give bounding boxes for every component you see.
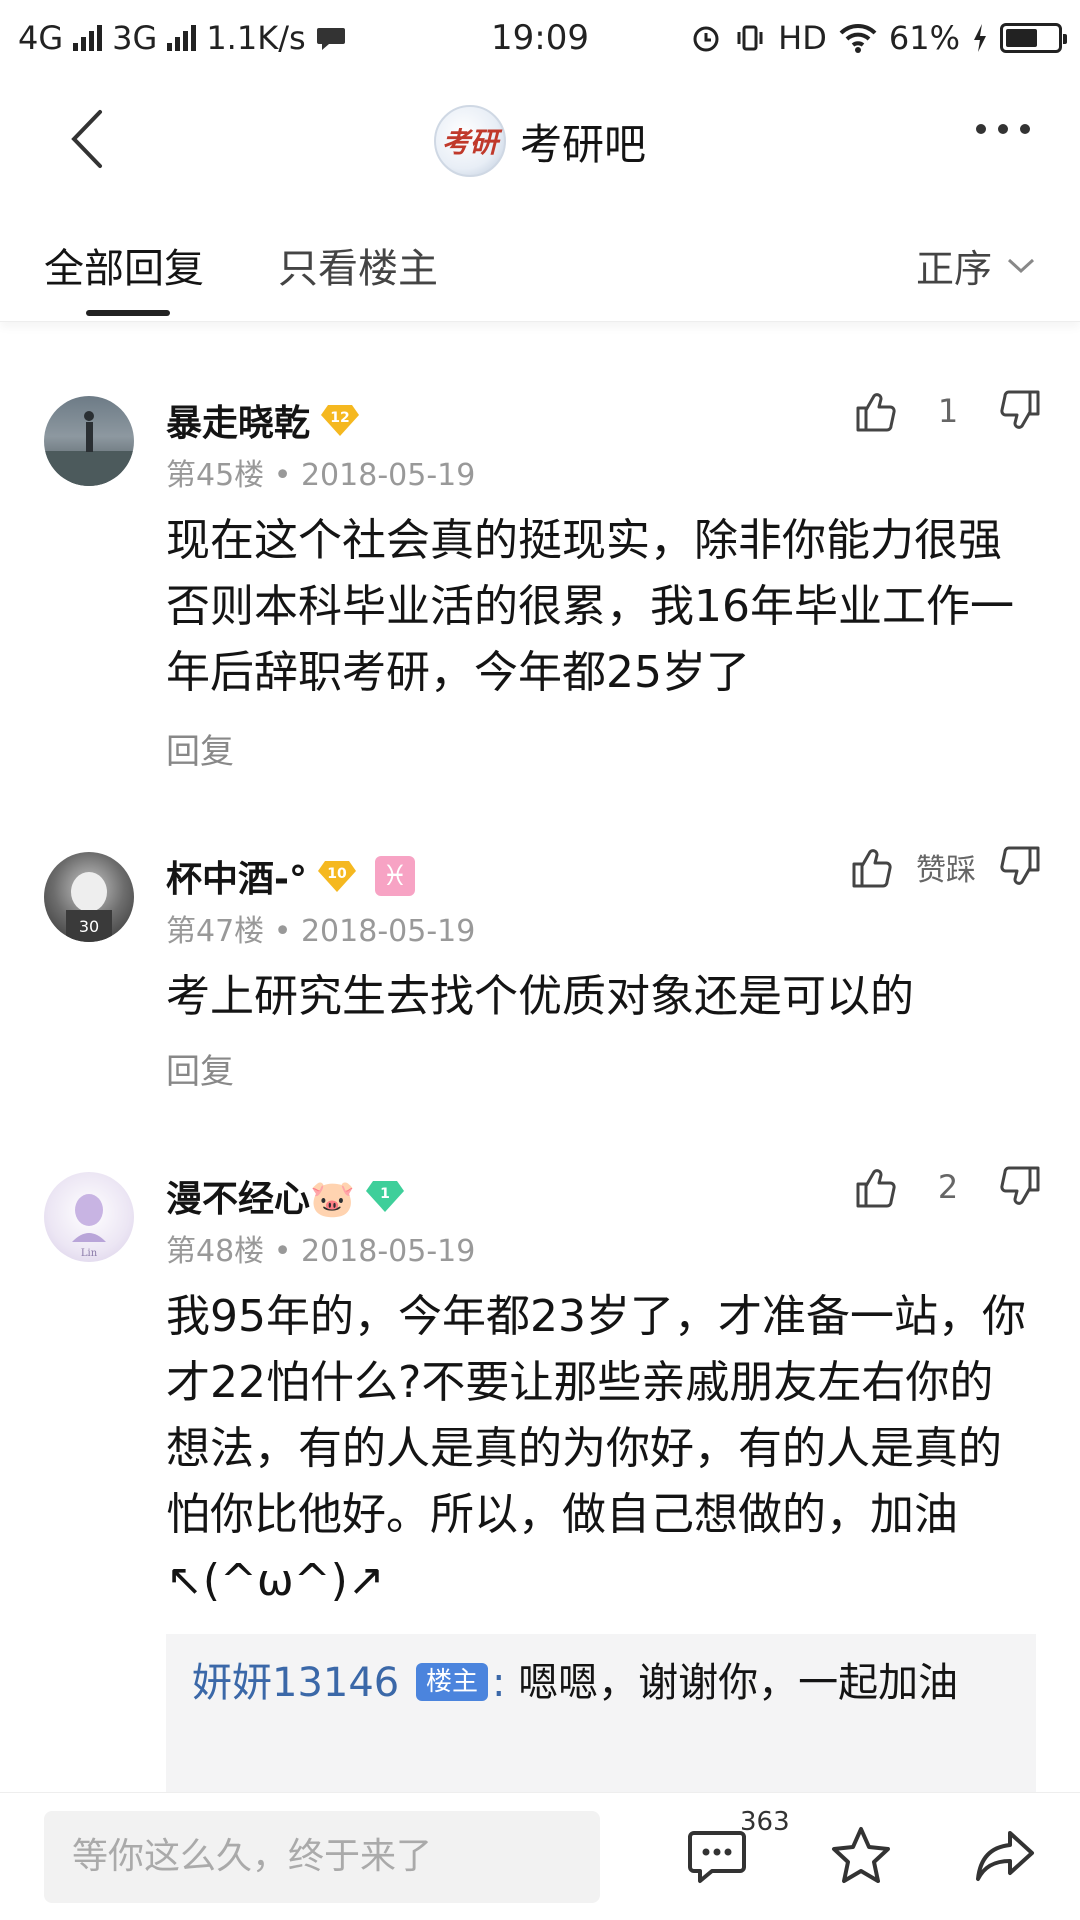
- svg-text:10: 10: [327, 866, 347, 882]
- star-icon[interactable]: [828, 1823, 894, 1889]
- hd-indicator: HD: [778, 19, 827, 57]
- share-icon[interactable]: [972, 1823, 1038, 1889]
- post-date: 2018-05-19: [300, 1234, 476, 1269]
- battery-icon: [1000, 23, 1067, 53]
- reply-tabs: 全部回复 只看楼主 正序: [0, 206, 1080, 322]
- post-content: 考上研究生去找个优质对象还是可以的: [166, 971, 914, 1022]
- reply-button[interactable]: 回复: [166, 1044, 234, 1093]
- username-row[interactable]: 杯中酒-° 10 ♓: [166, 850, 415, 902]
- more-icon[interactable]: [976, 124, 1030, 134]
- battery-percent: 61%: [888, 19, 960, 57]
- svg-text:12: 12: [330, 410, 349, 426]
- forum-name: 考研吧: [519, 119, 646, 169]
- post-date: 2018-05-19: [300, 914, 476, 949]
- post-content: 我95年的，今年都23岁了，才准备一站，你才22怕什么?不要让那些亲戚朋友左右你…: [166, 1291, 1026, 1606]
- svg-text:Lin: Lin: [81, 1248, 98, 1259]
- level-badge: 1: [365, 1179, 405, 1213]
- net-speed: 1.1K/s: [206, 19, 306, 57]
- nav-bar: 考研 考研吧: [0, 76, 1080, 206]
- avatar[interactable]: 30: [44, 852, 134, 942]
- level-badge: 12: [320, 403, 360, 437]
- post-meta: 第47楼 • 2018-05-19: [166, 914, 476, 949]
- post-content: 现在这个社会真的挺现实，除非你能力很强否则本科毕业活的很累，我16年毕业工作一年…: [166, 515, 1014, 698]
- thumb-up-icon[interactable]: [852, 1164, 898, 1210]
- floor-number: 第48楼: [166, 1234, 265, 1269]
- like-count: 1: [937, 392, 959, 430]
- alarm-icon: [693, 26, 719, 52]
- signal-icon: [73, 25, 103, 51]
- thumb-up-icon[interactable]: [848, 844, 894, 890]
- tab-indicator: [86, 310, 170, 316]
- username-row[interactable]: 暴走晓乾 12: [166, 394, 360, 446]
- username-row[interactable]: 漫不经心🐷 1: [166, 1170, 405, 1222]
- vibrate-icon: [737, 25, 763, 51]
- post-date: 2018-05-19: [300, 458, 476, 493]
- svg-text:30: 30: [79, 917, 99, 936]
- zodiac-badge: ♓: [374, 856, 415, 896]
- username: 暴走晓乾: [166, 403, 311, 444]
- thumb-down-icon[interactable]: [998, 388, 1044, 434]
- sub-reply-text: 嗯嗯，谢谢你，一起加油: [518, 1660, 959, 1706]
- tab-all-replies[interactable]: 全部回复: [44, 236, 204, 294]
- signal-icon-2: [167, 25, 197, 51]
- floor-number: 第47楼: [166, 914, 265, 949]
- svg-text:1: 1: [380, 1186, 390, 1202]
- chat-bubble-icon: [316, 28, 345, 50]
- sub-reply-sep: :: [491, 1660, 506, 1706]
- thumb-down-icon[interactable]: [998, 844, 1044, 890]
- vote-actions: 1: [852, 388, 1044, 434]
- post-meta: 第48楼 • 2018-05-19: [166, 1234, 476, 1269]
- comment-count: 363: [740, 1807, 790, 1837]
- sub-reply[interactable]: 妍妍13146 楼主: 嗯嗯，谢谢你，一起加油: [166, 1634, 1036, 1804]
- forum-title[interactable]: 考研 考研吧: [433, 105, 646, 177]
- thumb-up-icon[interactable]: [852, 388, 898, 434]
- tab-op-only[interactable]: 只看楼主: [278, 236, 438, 294]
- network-3g: 3G: [112, 19, 158, 57]
- sub-reply-author[interactable]: 妍妍13146: [192, 1660, 399, 1706]
- sort-selector[interactable]: 正序: [916, 238, 1036, 293]
- username: 杯中酒-°: [166, 859, 307, 900]
- chevron-down-icon: [1007, 258, 1035, 273]
- vote-label: 赞踩: [916, 853, 976, 888]
- post-meta: 第45楼 • 2018-05-19: [166, 458, 476, 493]
- like-count: 2: [937, 1168, 959, 1206]
- avatar[interactable]: Lin: [44, 1172, 134, 1262]
- vote-actions: 赞踩: [848, 844, 1044, 890]
- reply-input[interactable]: 等你这么久，终于来了: [44, 1811, 600, 1903]
- thumb-down-icon[interactable]: [998, 1164, 1044, 1210]
- forum-logo: 考研: [433, 105, 506, 177]
- wifi-icon: [839, 23, 877, 53]
- level-badge: 10: [317, 859, 357, 893]
- op-badge: 楼主: [415, 1663, 488, 1701]
- avatar[interactable]: [44, 396, 134, 486]
- reply-button[interactable]: 回复: [166, 724, 234, 773]
- vote-actions: 2: [852, 1164, 1044, 1210]
- network-4g: 4G: [18, 19, 64, 57]
- sort-label: 正序: [915, 247, 992, 291]
- bottom-bar: 等你这么久，终于来了 363: [0, 1792, 1080, 1920]
- floor-number: 第45楼: [166, 458, 265, 493]
- username: 漫不经心🐷: [166, 1179, 355, 1220]
- charging-icon: [974, 24, 986, 52]
- back-icon[interactable]: [56, 104, 126, 174]
- status-bar: 4G 3G 1.1K/s 19:09 HD 61%: [0, 0, 1080, 76]
